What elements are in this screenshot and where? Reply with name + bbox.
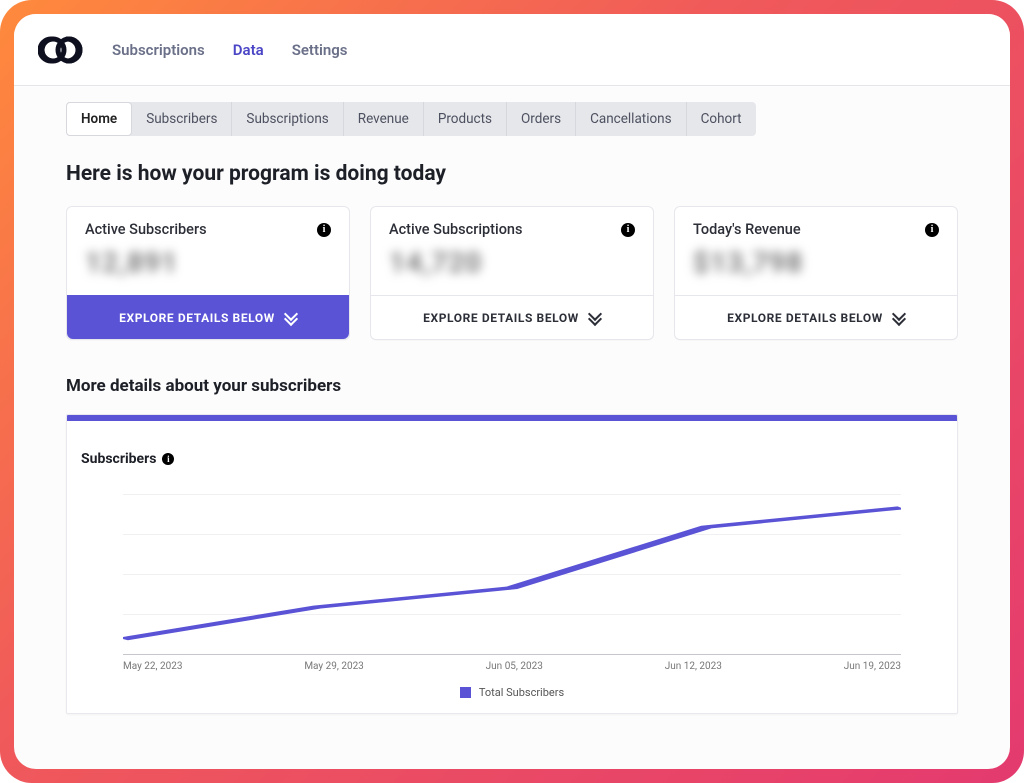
chart-x-axis: May 22, 2023 May 29, 2023 Jun 05, 2023 J… xyxy=(123,661,901,672)
page-title: Here is how your program is doing today xyxy=(66,162,958,186)
card-todays-revenue: Today's Revenue i $13,798 EXPLORE DETAIL… xyxy=(674,206,958,340)
tab-orders[interactable]: Orders xyxy=(507,102,576,136)
tab-cancellations[interactable]: Cancellations xyxy=(576,102,687,136)
card-title: Today's Revenue xyxy=(693,221,801,238)
legend-swatch xyxy=(460,687,471,698)
chevrons-down-icon xyxy=(893,311,905,325)
logo xyxy=(38,35,84,65)
cta-label: EXPLORE DETAILS BELOW xyxy=(727,311,883,325)
card-value: 14,720 xyxy=(389,246,635,279)
info-icon[interactable]: i xyxy=(162,453,174,465)
x-tick: May 29, 2023 xyxy=(304,661,363,672)
tab-home[interactable]: Home xyxy=(66,102,132,136)
card-active-subscribers: Active Subscribers i 12,891 EXPLORE DETA… xyxy=(66,206,350,340)
card-value: 12,891 xyxy=(85,246,331,279)
explore-details-button[interactable]: EXPLORE DETAILS BELOW xyxy=(67,295,349,339)
summary-cards: Active Subscribers i 12,891 EXPLORE DETA… xyxy=(66,206,958,340)
chart-legend: Total Subscribers xyxy=(79,672,945,707)
x-tick: Jun 12, 2023 xyxy=(665,661,722,672)
tab-cohort[interactable]: Cohort xyxy=(687,102,756,136)
sub-tabs: Home Subscribers Subscriptions Revenue P… xyxy=(66,102,756,136)
tab-products[interactable]: Products xyxy=(424,102,507,136)
cta-label: EXPLORE DETAILS BELOW xyxy=(423,311,579,325)
explore-details-button[interactable]: EXPLORE DETAILS BELOW xyxy=(675,295,957,339)
nav-settings[interactable]: Settings xyxy=(292,41,348,59)
tab-revenue[interactable]: Revenue xyxy=(344,102,424,136)
subscribers-chart-card: Subscribers i May 22, 20 xyxy=(66,414,958,714)
section-title: More details about your subscribers xyxy=(66,376,958,396)
info-icon[interactable]: i xyxy=(621,223,635,237)
x-tick: Jun 19, 2023 xyxy=(844,661,901,672)
chevrons-down-icon xyxy=(589,311,601,325)
chart-title: Subscribers xyxy=(81,451,156,467)
explore-details-button[interactable]: EXPLORE DETAILS BELOW xyxy=(371,295,653,339)
x-tick: May 22, 2023 xyxy=(123,661,182,672)
card-active-subscriptions: Active Subscriptions i 14,720 EXPLORE DE… xyxy=(370,206,654,340)
chevrons-down-icon xyxy=(285,311,297,325)
card-title: Active Subscribers xyxy=(85,221,207,238)
info-icon[interactable]: i xyxy=(925,223,939,237)
tab-subscribers[interactable]: Subscribers xyxy=(132,102,232,136)
card-value: $13,798 xyxy=(693,246,939,279)
chart-plot-area xyxy=(123,495,901,655)
tab-subscriptions[interactable]: Subscriptions xyxy=(232,102,343,136)
info-icon[interactable]: i xyxy=(317,223,331,237)
topbar: Subscriptions Data Settings xyxy=(14,14,1010,86)
nav-data[interactable]: Data xyxy=(233,41,264,59)
card-title: Active Subscriptions xyxy=(389,221,522,238)
x-tick: Jun 05, 2023 xyxy=(486,661,543,672)
legend-label: Total Subscribers xyxy=(479,686,564,699)
main-nav: Subscriptions Data Settings xyxy=(112,41,348,59)
nav-subscriptions[interactable]: Subscriptions xyxy=(112,41,205,59)
cta-label: EXPLORE DETAILS BELOW xyxy=(119,311,275,325)
